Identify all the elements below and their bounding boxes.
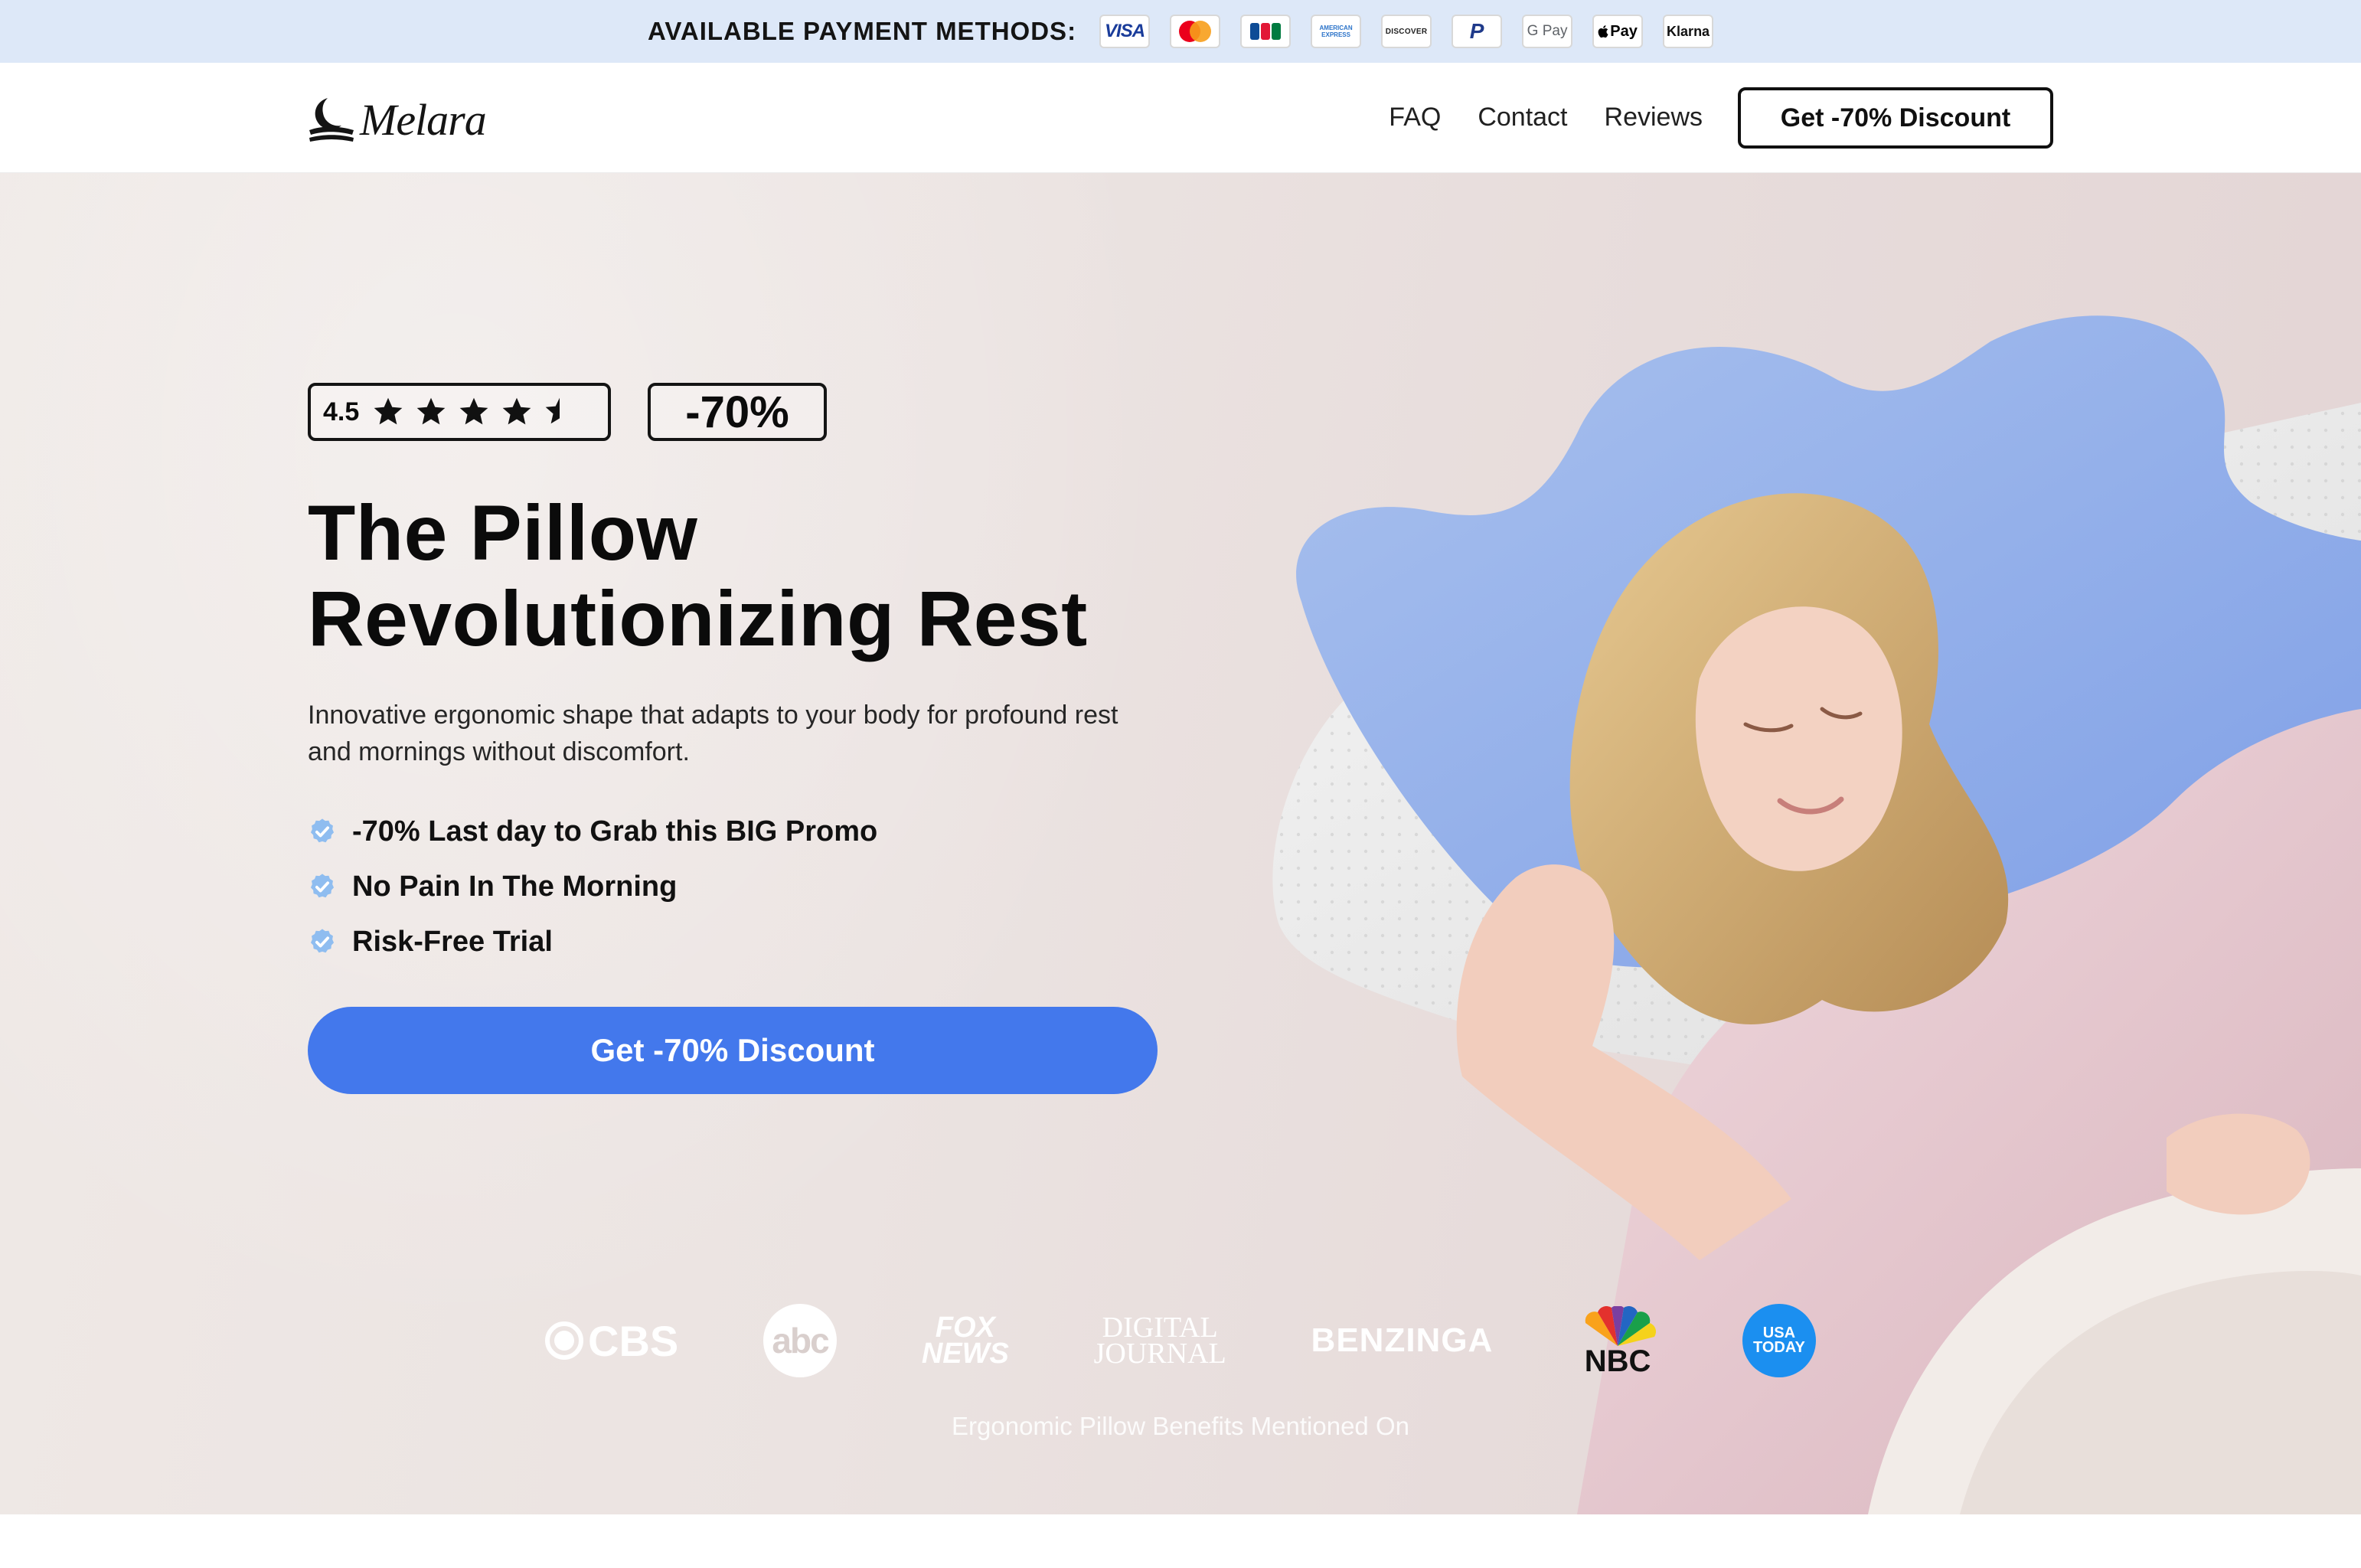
star-half-icon <box>545 397 560 424</box>
nav-link-reviews[interactable]: Reviews <box>1605 103 1703 132</box>
rating-badge: 4.5 <box>308 383 611 441</box>
nav-link-contact[interactable]: Contact <box>1478 103 1567 132</box>
press-logos: CBS abc FOX NEWS DIGITAL JOURNAL BENZING… <box>545 1298 1816 1383</box>
hero-title-line-2: Revolutionizing Rest <box>308 575 1088 662</box>
paypal-icon: P <box>1452 15 1503 48</box>
apple-pay-icon: Pay <box>1592 15 1644 48</box>
rating-value: 4.5 <box>323 397 360 426</box>
nbc-logo: NBC <box>1578 1306 1657 1377</box>
hero-title: The Pillow Revolutionizing Rest <box>308 490 1226 662</box>
payment-methods-bar: AVAILABLE PAYMENT METHODS: VISA AMERICAN… <box>0 0 2361 63</box>
feature-text: No Pain In The Morning <box>352 870 678 903</box>
star-full-icon <box>459 397 488 425</box>
feature-text: -70% Last day to Grab this BIG Promo <box>352 815 878 848</box>
list-item: No Pain In The Morning <box>308 859 877 914</box>
discover-icon: DISCOVER <box>1381 15 1432 48</box>
check-badge-icon <box>310 874 335 898</box>
list-item: -70% Last day to Grab this BIG Promo <box>308 804 877 859</box>
payment-methods-label: AVAILABLE PAYMENT METHODS: <box>647 17 1077 45</box>
star-full-icon <box>502 397 531 425</box>
brand-name: Melara <box>360 94 487 145</box>
main-nav: FAQ Contact Reviews <box>1389 103 1703 132</box>
header-discount-button[interactable]: Get -70% Discount <box>1738 87 2053 149</box>
fox-news-logo: FOX NEWS <box>921 1312 1009 1370</box>
press-caption: Ergonomic Pillow Benefits Mentioned On <box>952 1412 1409 1440</box>
amex-icon: AMERICAN EXPRESS <box>1311 15 1362 48</box>
hero-subtitle: Innovative ergonomic shape that adapts t… <box>308 701 1118 766</box>
nbc-peacock-icon <box>1585 1306 1657 1346</box>
klarna-icon: Klarna <box>1663 15 1714 48</box>
check-badge-icon <box>310 818 335 843</box>
brand-logo[interactable]: Melara <box>308 89 487 150</box>
star-full-icon <box>416 397 446 425</box>
cbs-eye-icon <box>545 1321 583 1360</box>
check-badge-icon <box>310 929 335 953</box>
usa-today-logo: USA TODAY <box>1742 1304 1816 1377</box>
site-header: Melara FAQ Contact Reviews Get -70% Disc… <box>0 63 2361 173</box>
discount-badge: -70% <box>648 383 827 441</box>
benzinga-logo: BENZINGA <box>1311 1321 1494 1359</box>
google-pay-icon: G Pay <box>1522 15 1573 48</box>
nav-link-faq[interactable]: FAQ <box>1389 103 1441 132</box>
mastercard-icon <box>1170 15 1221 48</box>
hero-discount-button[interactable]: Get -70% Discount <box>308 1007 1158 1094</box>
hero-section: 4.5 -70% The Pillow Revolutionizing Rest… <box>0 173 2361 1514</box>
star-full-icon <box>374 397 403 425</box>
hero-badges: 4.5 -70% <box>308 383 827 441</box>
list-item: Risk-Free Trial <box>308 914 877 969</box>
moon-logo-icon <box>309 98 354 142</box>
feature-list: -70% Last day to Grab this BIG Promo No … <box>308 804 877 969</box>
feature-text: Risk-Free Trial <box>352 925 553 958</box>
visa-icon: VISA <box>1099 15 1151 48</box>
abc-logo: abc <box>763 1304 838 1377</box>
digital-journal-logo: DIGITAL JOURNAL <box>1093 1312 1226 1370</box>
cbs-logo: CBS <box>545 1316 678 1366</box>
jcb-icon <box>1240 15 1292 48</box>
hero-title-line-1: The Pillow <box>308 489 698 577</box>
